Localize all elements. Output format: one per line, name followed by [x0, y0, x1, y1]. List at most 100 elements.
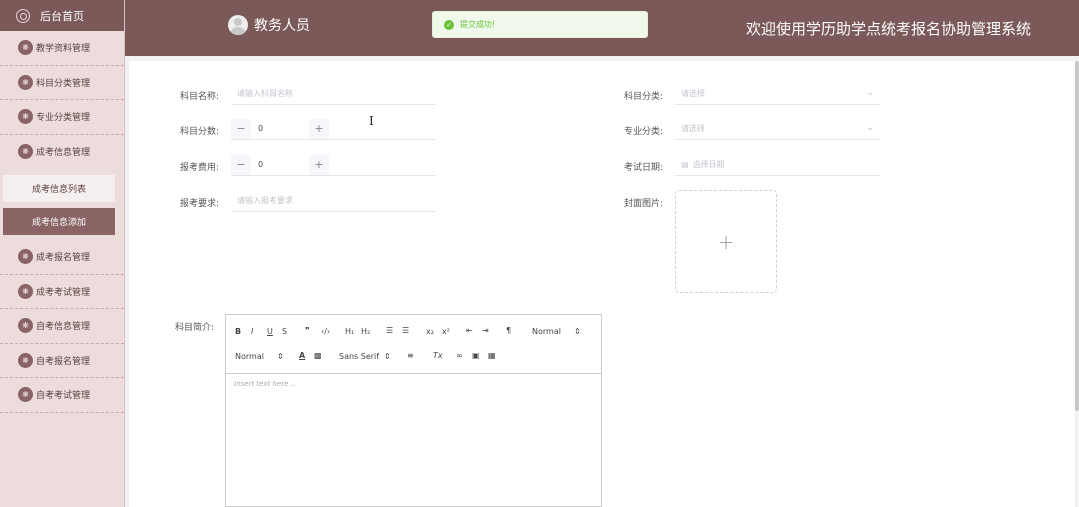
sidebar-item-label: 自考考试管理: [36, 391, 91, 402]
image-icon[interactable]: ▣: [472, 351, 480, 360]
top-header: 教务人员 ✓ 提交成功! 欢迎使用学历助学点统考报名协助管理系统: [125, 0, 1079, 56]
subject-name-label: 科目名称:: [179, 92, 219, 102]
cover-upload[interactable]: +: [675, 190, 777, 293]
ordered-list-icon[interactable]: ☰: [386, 326, 393, 335]
sidebar-subitem-label: 成考信息添加: [31, 218, 86, 228]
fee-label: 报考费用:: [179, 163, 219, 173]
size-select[interactable]: Normal: [532, 327, 561, 336]
text-cursor-icon: I: [369, 114, 374, 128]
sidebar-item-subject-category[interactable]: ❋ 科目分类管理: [0, 66, 124, 100]
sidebar-item-adult-signup[interactable]: ❋ 成考报名管理: [0, 240, 124, 275]
sidebar-item-label: 教学资料管理: [36, 44, 91, 55]
subscript-icon[interactable]: x₂: [426, 327, 434, 336]
video-icon[interactable]: ▦: [488, 351, 496, 360]
sidebar-item-label: 成考考试管理: [36, 287, 91, 298]
strike-icon[interactable]: S: [282, 327, 287, 336]
sidebar-subitem-add[interactable]: 成考信息添加: [3, 208, 115, 235]
sidebar-item-self-exam[interactable]: ❋ 自考考试管理: [0, 378, 124, 413]
sidebar: 后台首页 ❋ 教学资料管理 ❋ 科目分类管理 ❋ 专业分类管理 ❋ 成考信息管理…: [0, 0, 125, 507]
form-panel: 科目名称: 请输入科目名称 科目分类: 请选择 ⌄ 科目分数: − 0 + 专业…: [129, 61, 1075, 507]
sidebar-subitem-list[interactable]: 成考信息列表: [3, 175, 115, 202]
menu-icon: ❋: [18, 318, 33, 334]
plus-icon: +: [717, 229, 735, 254]
subject-category-select[interactable]: 请选择 ⌄: [675, 83, 880, 105]
sidebar-item-self-exam-info[interactable]: ❋ 自考信息管理: [0, 309, 124, 344]
clear-format-icon[interactable]: Tx: [433, 351, 443, 360]
major-category-placeholder: 请选择: [681, 124, 705, 133]
underline-icon[interactable]: U: [267, 327, 273, 336]
sidebar-item-label: 科目分类管理: [36, 78, 91, 89]
user-name: 教务人员: [254, 18, 310, 34]
sidebar-item-self-signup[interactable]: ❋ 自考报名管理: [0, 344, 124, 378]
exam-date-label: 考试日期:: [623, 163, 663, 173]
menu-icon: ❋: [18, 249, 33, 265]
menu-icon: ❋: [18, 387, 33, 403]
header-select-value: Normal: [235, 352, 264, 361]
bold-icon[interactable]: B: [235, 327, 241, 336]
chevron-down-icon: ⌄: [866, 123, 874, 133]
requirement-input[interactable]: 请输入报考要求: [231, 190, 436, 212]
check-circle-icon: ✓: [444, 19, 454, 30]
menu-icon: ❋: [18, 40, 33, 56]
indent-icon[interactable]: ⇥: [482, 326, 489, 335]
sidebar-item-label: 自考报名管理: [36, 356, 91, 367]
increment-button[interactable]: +: [309, 154, 329, 175]
fee-stepper[interactable]: − 0 +: [231, 154, 436, 176]
bullet-list-icon[interactable]: ☰: [402, 326, 409, 335]
menu-icon: ❋: [18, 144, 33, 160]
code-icon[interactable]: ‹/›: [321, 327, 330, 336]
exam-date-picker[interactable]: ▤ 选择日期: [675, 154, 880, 176]
sidebar-item-adult-exam[interactable]: ❋ 成考考试管理: [0, 275, 124, 309]
sidebar-item-label: 专业分类管理: [36, 113, 91, 124]
align-icon[interactable]: ≡: [407, 351, 414, 360]
blockquote-icon[interactable]: ❞: [305, 326, 310, 335]
avatar: [228, 15, 248, 35]
sidebar-home-label: 后台首页: [40, 9, 84, 23]
major-category-label: 专业分类:: [623, 127, 663, 137]
subject-score-stepper[interactable]: − 0 +: [231, 118, 436, 140]
font-select[interactable]: Sans Serif: [339, 352, 379, 361]
scrollbar[interactable]: [1075, 61, 1079, 411]
text-direction-icon[interactable]: ¶: [506, 326, 511, 335]
sidebar-home[interactable]: 后台首页: [0, 0, 124, 31]
sidebar-item-teaching-materials[interactable]: ❋ 教学资料管理: [0, 31, 124, 66]
subject-category-placeholder: 请选择: [681, 89, 705, 98]
subject-score-label: 科目分数:: [179, 127, 219, 137]
menu-icon: ❋: [18, 283, 33, 299]
requirement-placeholder: 请输入报考要求: [237, 196, 293, 205]
sidebar-item-label: 自考信息管理: [36, 322, 91, 333]
editor-content[interactable]: Insert text here ...: [226, 374, 601, 394]
background-color-icon[interactable]: ▩: [314, 351, 322, 360]
fee-value[interactable]: 0: [251, 160, 309, 169]
header1-icon[interactable]: H₁: [345, 327, 354, 336]
home-icon: [16, 8, 30, 23]
decrement-button[interactable]: −: [231, 118, 251, 139]
italic-icon[interactable]: I: [251, 327, 253, 336]
sidebar-item-major-category[interactable]: ❋ 专业分类管理: [0, 100, 124, 135]
major-category-select[interactable]: 请选择 ⌄: [675, 118, 880, 140]
decrement-button[interactable]: −: [231, 154, 251, 175]
link-icon[interactable]: ∞: [456, 351, 463, 360]
menu-icon: ❋: [18, 352, 33, 368]
text-color-icon[interactable]: A: [299, 351, 305, 360]
editor-placeholder: Insert text here ...: [234, 380, 298, 388]
menu-icon: ❋: [18, 74, 33, 90]
font-select-value: Sans Serif: [339, 352, 380, 361]
chevron-updown-icon: ⇕: [277, 352, 284, 361]
sidebar-item-adult-exam-info[interactable]: ❋ 成考信息管理: [0, 135, 124, 170]
editor-toolbar: B I U S ❞ ‹/› H₁ H₂ ☰ ☰ x₂ x² ⇤ ⇥ ¶ Norm…: [226, 315, 601, 374]
header-select[interactable]: Normal: [235, 352, 264, 361]
increment-button[interactable]: +: [309, 118, 329, 139]
success-toast: ✓ 提交成功!: [432, 11, 648, 38]
superscript-icon[interactable]: x²: [442, 327, 450, 336]
size-select-value: Normal: [532, 327, 561, 336]
subject-name-input[interactable]: 请输入科目名称: [231, 83, 436, 105]
cover-label: 封面图片:: [623, 199, 663, 209]
exam-date-placeholder: 选择日期: [692, 160, 725, 169]
user-info[interactable]: 教务人员: [228, 15, 310, 35]
outdent-icon[interactable]: ⇤: [466, 326, 473, 335]
subject-score-value[interactable]: 0: [251, 124, 309, 133]
intro-label: 科目简介:: [174, 323, 214, 333]
system-title: 欢迎使用学历助学点统考报名协助管理系统: [745, 20, 1031, 38]
header2-icon[interactable]: H₂: [361, 327, 370, 336]
